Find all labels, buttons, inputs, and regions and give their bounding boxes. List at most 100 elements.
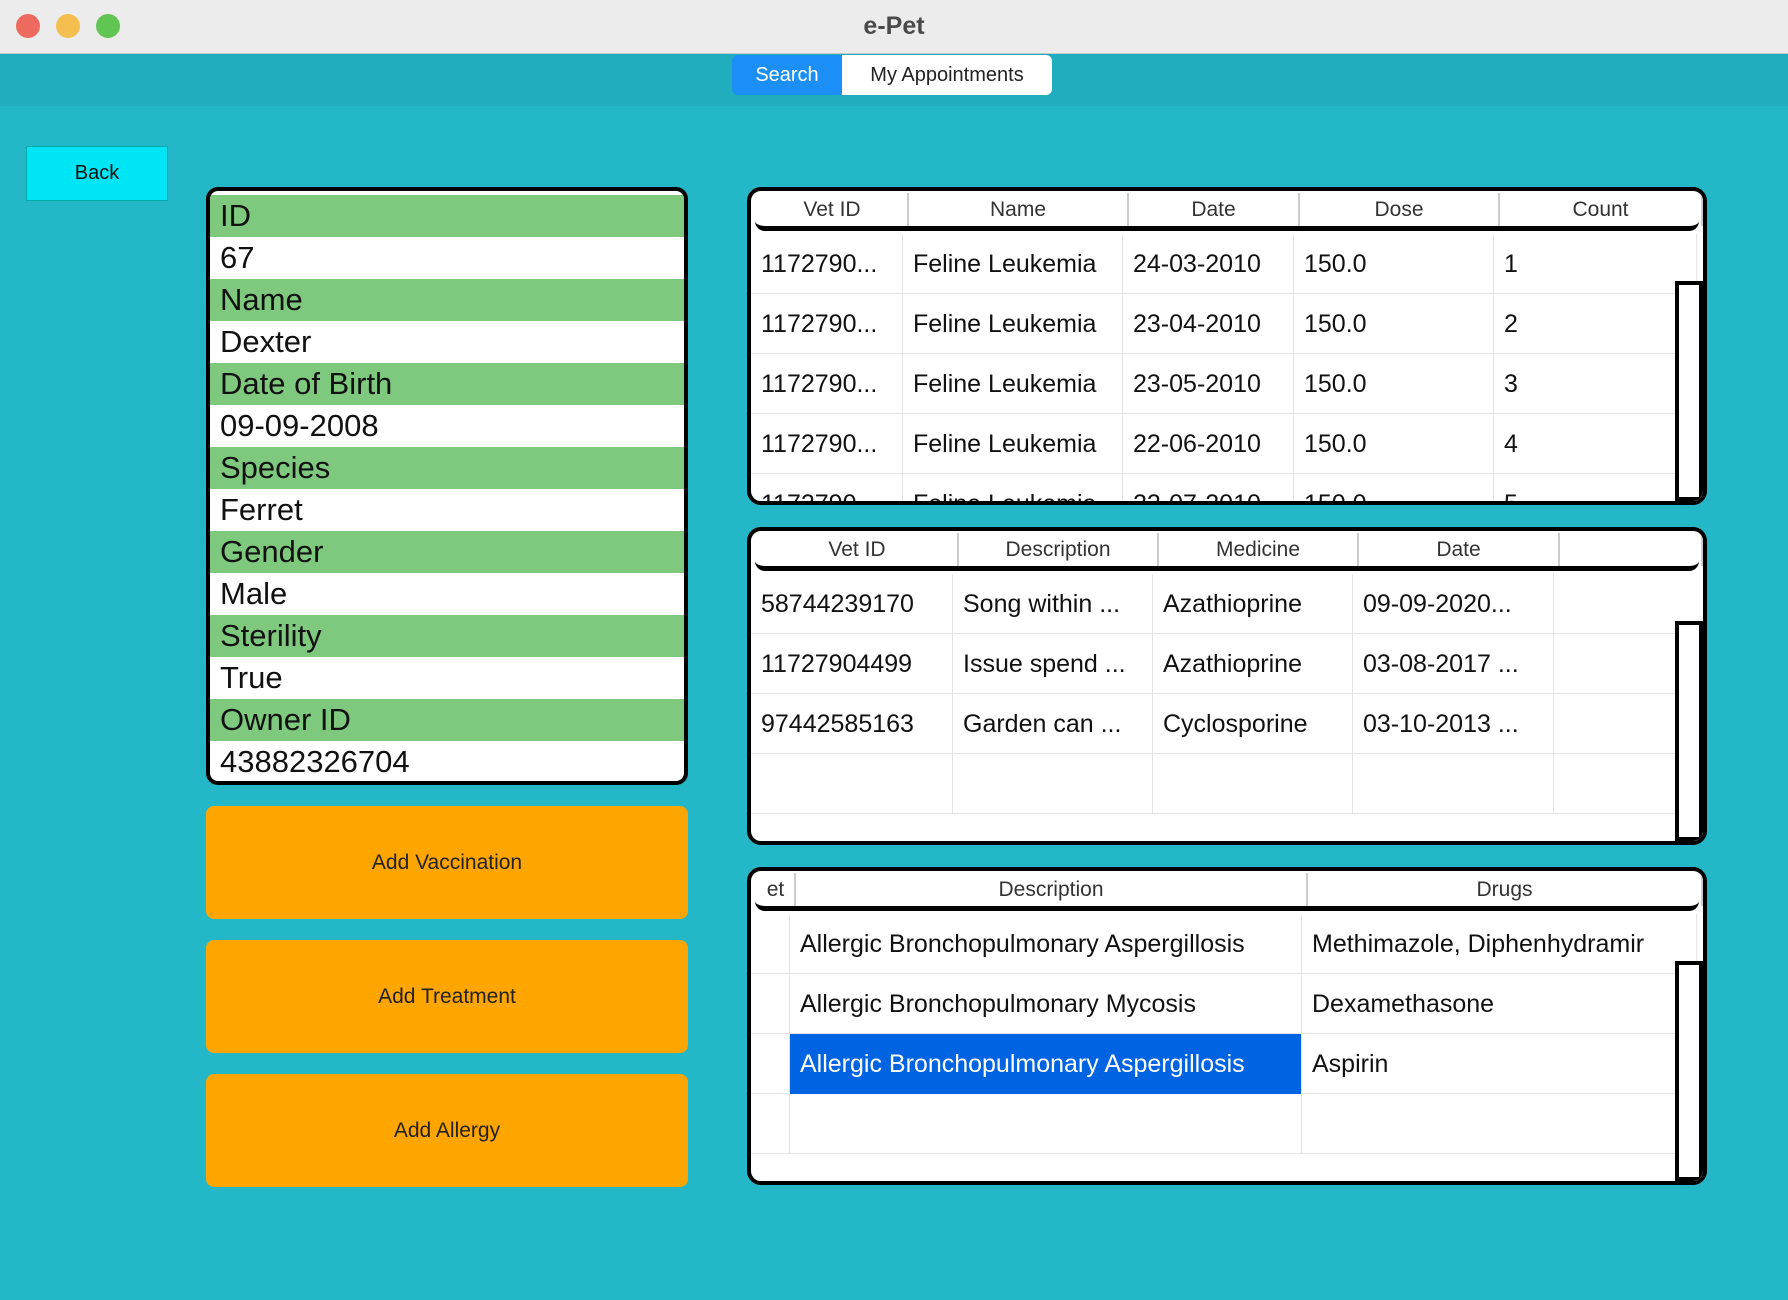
table-cell: 03-10-2013 ... [1353, 694, 1554, 754]
table-row[interactable] [751, 1094, 1697, 1154]
table-cell: 22-06-2010 [1123, 414, 1294, 474]
table-cell [1353, 754, 1554, 814]
field-value: True [220, 660, 283, 695]
vaccinations-table[interactable]: Vet ID Name Date Dose Count 1172790... Feline … [747, 187, 1707, 505]
table-cell: Feline Leukemia [903, 354, 1123, 414]
table-cell: Azathioprine [1153, 634, 1353, 694]
column-header[interactable]: Date [1129, 193, 1300, 226]
column-header[interactable]: Dose [1300, 193, 1500, 226]
column-header[interactable]: Date [1359, 533, 1560, 566]
table-row[interactable]: 11727904499 Issue spend ... Azathioprine 03… [751, 634, 1697, 694]
table-header: et Description Drugs [755, 873, 1703, 911]
table-cell [751, 1034, 790, 1094]
table-row[interactable]: 1172790... Feline Leukemia 24-03-2010 150.0… [751, 234, 1697, 294]
table-row[interactable]: Allergic Bronchopulmonary Aspergillosis A… [751, 1034, 1697, 1094]
tab-my-appointments[interactable]: My Appointments [842, 55, 1052, 95]
table-cell [1153, 754, 1353, 814]
table-header: Vet ID Name Date Dose Count [755, 193, 1703, 231]
table-cell: Aspirin [1302, 1034, 1697, 1094]
table-cell: Feline Leukemia [903, 474, 1123, 501]
table-row[interactable]: 1172790... Feline Leukemia 22-07-2010 150.0… [751, 474, 1697, 501]
add-treatment-button[interactable]: Add Treatment [206, 940, 688, 1053]
table-cell: 09-09-2020... [1353, 574, 1554, 634]
table-cell: Song within ... [953, 574, 1153, 634]
table-cell: 2 [1494, 294, 1697, 354]
back-button[interactable]: Back [26, 146, 168, 201]
table-cell [790, 1094, 1302, 1154]
table-cell: 1172790... [751, 354, 903, 414]
table-cell: Allergic Bronchopulmonary Aspergillosis [790, 914, 1302, 974]
table-row[interactable]: Allergic Bronchopulmonary Aspergillosis M… [751, 914, 1697, 974]
window-title: e-Pet [863, 12, 925, 40]
table-cell: 03-08-2017 ... [1353, 634, 1554, 694]
table-cell: Garden can ... [953, 694, 1153, 754]
column-header[interactable] [1560, 533, 1703, 566]
table-cell: 3 [1494, 354, 1697, 414]
treatments-table[interactable]: Vet ID Description Medicine Date 58744239170… [747, 527, 1707, 845]
field-value: Male [220, 576, 288, 611]
column-header[interactable]: Name [909, 193, 1129, 226]
table-cell: Methimazole, Diphenhydramir [1302, 914, 1697, 974]
field-label: Species [210, 447, 684, 489]
table-cell: 24-03-2010 [1123, 234, 1294, 294]
table-cell: 5 [1494, 474, 1697, 501]
table-cell: 150.0 [1294, 474, 1494, 501]
field-value: 43882326704 [220, 744, 410, 779]
table-row[interactable]: 97442585163 Garden can ... Cyclosporine 03-… [751, 694, 1697, 754]
table-cell: Feline Leukemia [903, 294, 1123, 354]
table-cell: Azathioprine [1153, 574, 1353, 634]
vertical-scrollbar[interactable] [1675, 621, 1703, 841]
table-cell: 23-05-2010 [1123, 354, 1294, 414]
table-row[interactable]: 1172790... Feline Leukemia 23-04-2010 150.0… [751, 294, 1697, 354]
column-header[interactable]: Vet ID [757, 533, 959, 566]
field-label: Owner ID [210, 699, 684, 741]
table-cell: Allergic Bronchopulmonary Mycosis [790, 974, 1302, 1034]
table-cell: 1172790... [751, 294, 903, 354]
field-label: Sterility [210, 615, 684, 657]
column-header[interactable]: Drugs [1308, 873, 1703, 906]
allergies-table[interactable]: et Description Drugs Allergic Bronchopulmon… [747, 867, 1707, 1185]
table-cell: 1172790... [751, 474, 903, 501]
table-cell [751, 754, 953, 814]
vertical-scrollbar[interactable] [1675, 281, 1703, 501]
column-header[interactable]: Medicine [1159, 533, 1359, 566]
tab-search[interactable]: Search [732, 55, 842, 95]
table-cell: 4 [1494, 414, 1697, 474]
field-label: ID [210, 195, 684, 237]
table-cell [751, 914, 790, 974]
table-cell [953, 754, 1153, 814]
field-label: Gender [210, 531, 684, 573]
column-header[interactable]: et [757, 873, 796, 906]
table-cell: Dexamethasone [1302, 974, 1697, 1034]
field-value: Dexter [220, 324, 312, 359]
table-cell: Allergic Bronchopulmonary Aspergillosis [790, 1034, 1302, 1094]
column-header[interactable]: Vet ID [757, 193, 909, 226]
table-row[interactable] [751, 754, 1697, 814]
column-header[interactable]: Description [959, 533, 1159, 566]
table-row[interactable]: 58744239170 Song within ... Azathioprine 09… [751, 574, 1697, 634]
table-cell: Issue spend ... [953, 634, 1153, 694]
table-cell [751, 974, 790, 1034]
table-header: Vet ID Description Medicine Date [755, 533, 1703, 571]
field-value: Ferret [220, 492, 303, 527]
table-row[interactable]: 1172790... Feline Leukemia 22-06-2010 150.0… [751, 414, 1697, 474]
table-row[interactable]: Allergic Bronchopulmonary Mycosis Dexamet… [751, 974, 1697, 1034]
add-allergy-button[interactable]: Add Allergy [206, 1074, 688, 1187]
table-cell: 150.0 [1294, 414, 1494, 474]
column-header[interactable]: Description [796, 873, 1308, 906]
tab-bar: Search My Appointments [0, 54, 1788, 106]
table-cell: Feline Leukemia [903, 234, 1123, 294]
table-cell: 11727904499 [751, 634, 953, 694]
table-cell: Cyclosporine [1153, 694, 1353, 754]
table-cell: 22-07-2010 [1123, 474, 1294, 501]
table-cell: 150.0 [1294, 294, 1494, 354]
table-cell: 1172790... [751, 234, 903, 294]
field-value: 09-09-2008 [220, 408, 379, 443]
field-label: Date of Birth [210, 363, 684, 405]
table-cell: 150.0 [1294, 234, 1494, 294]
add-vaccination-button[interactable]: Add Vaccination [206, 806, 688, 919]
vertical-scrollbar[interactable] [1675, 961, 1703, 1181]
table-cell: 1172790... [751, 414, 903, 474]
column-header[interactable]: Count [1500, 193, 1703, 226]
table-row[interactable]: 1172790... Feline Leukemia 23-05-2010 150.0… [751, 354, 1697, 414]
